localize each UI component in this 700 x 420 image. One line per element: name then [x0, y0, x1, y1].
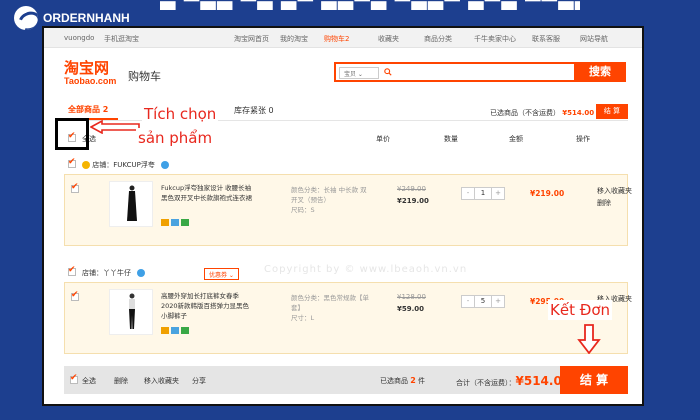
col-quantity: 数量 — [444, 135, 458, 143]
taobao-cart-screenshot: vuongdo 手机逛淘宝 淘宝网首页 我的淘宝 购物车2 收藏夹 商品分类 千… — [42, 26, 644, 406]
coupon-button[interactable]: 优惠券 ⌄ — [204, 268, 239, 280]
footer-total: 合计（不含运费）：¥514.00 — [456, 374, 571, 388]
product-thumbnail[interactable] — [109, 181, 153, 227]
move-to-favorites-link[interactable]: 移入收藏夹 — [597, 185, 641, 197]
item-actions: 移入收藏夹 删除 — [597, 185, 641, 209]
nav-site-nav[interactable]: 网站导航 — [580, 34, 608, 44]
shop-checkbox[interactable] — [68, 157, 76, 168]
cart-item: Fukcup浮夸独家设计 收腰长袖黑色双开叉中长款旗袍式连衣裙 颜色分类：长袖 … — [64, 174, 632, 246]
tab-all-items[interactable]: 全部商品 2 — [68, 104, 108, 115]
search-type-select[interactable]: 宝贝 ⌄ — [339, 67, 379, 79]
badge-icon — [161, 219, 169, 226]
settle-button-top[interactable]: 结 算 — [596, 104, 628, 119]
logo-icon — [14, 6, 38, 30]
nav-cart[interactable]: 购物车2 — [324, 34, 349, 44]
chat-icon[interactable] — [137, 269, 146, 277]
quantity-stepper[interactable]: -5 + — [461, 295, 505, 308]
tab-low-stock[interactable]: 库存紧张 0 — [234, 105, 274, 116]
leggings-image — [129, 293, 135, 329]
arrow-left-icon — [90, 120, 140, 134]
service-badges — [161, 327, 189, 334]
shop-badge-icon — [82, 161, 90, 169]
qty-minus-button[interactable]: - — [462, 188, 474, 199]
dress-image — [127, 185, 137, 221]
nav-categories[interactable]: 商品分类 — [424, 34, 452, 44]
annotation-checkout: Kết Đơn — [548, 300, 613, 320]
annotation-select-line1: Tích chọn — [142, 104, 219, 124]
qty-plus-button[interactable]: + — [492, 296, 504, 307]
col-amount: 金额 — [509, 135, 523, 143]
search-bar: 宝贝 ⌄ 搜索 — [334, 62, 626, 82]
shop-checkbox[interactable] — [68, 265, 76, 276]
product-title[interactable]: Fukcup浮夸独家设计 收腰长袖黑色双开叉中长款旗袍式连衣裙 — [161, 183, 255, 203]
annotation-select-line2: sản phẩm — [136, 128, 215, 148]
shop-name[interactable]: 丫丫牛仔 — [103, 269, 131, 277]
watermark: Copyright by © www.lbeaoh.vn.vn — [264, 264, 468, 275]
logo-en: Taobao.com — [64, 76, 117, 86]
footer-select-all[interactable]: 全选 — [82, 376, 96, 386]
delete-link[interactable]: 删除 — [597, 197, 641, 209]
col-actions: 操作 — [576, 135, 590, 143]
select-all-checkbox-bottom[interactable] — [70, 373, 78, 384]
shop-name[interactable]: FUKCUP浮夸 — [113, 161, 155, 169]
cart-footer-bar: 全选 删除 移入收藏夹 分享 已选商品 2 件 合计（不含运费）：¥514.00… — [64, 366, 628, 394]
col-price: 单价 — [376, 135, 390, 143]
badge-icon — [181, 219, 189, 226]
item-checkbox[interactable] — [71, 290, 79, 301]
item-subtotal: ¥219.00 — [530, 189, 565, 198]
highlight-box — [55, 118, 89, 150]
nav-service[interactable]: 联系客服 — [532, 34, 560, 44]
nav-username[interactable]: vuongdo — [64, 34, 94, 42]
footer-share[interactable]: 分享 — [192, 376, 206, 386]
badge-icon — [171, 327, 179, 334]
chat-icon[interactable] — [161, 161, 170, 169]
current-price: ¥59.00 — [397, 305, 425, 313]
qty-plus-button[interactable]: + — [492, 188, 504, 199]
original-price: ¥249.00 — [397, 185, 426, 193]
page-title: 购物车 — [128, 70, 161, 83]
current-price: ¥219.00 — [397, 197, 429, 205]
nav-mobile[interactable]: 手机逛淘宝 — [104, 34, 139, 44]
item-checkbox[interactable] — [71, 182, 79, 193]
nav-seller-center[interactable]: 千牛卖家中心 — [474, 34, 516, 44]
cart-item: 高腰外穿加长打底裤女春季2020新款韩版百搭弹力显黑色小脚裤子 颜色分类：黑色常… — [64, 282, 632, 354]
product-thumbnail[interactable] — [109, 289, 153, 335]
shop-row: 店铺：丫丫牛仔 — [82, 268, 146, 278]
selected-summary-top: 已选商品（不含运费） ¥514.00 — [490, 109, 595, 117]
badge-icon — [161, 327, 169, 334]
footer-move-to-favorites[interactable]: 移入收藏夹 — [144, 376, 179, 386]
badge-icon — [171, 219, 179, 226]
product-title[interactable]: 高腰外穿加长打底裤女春季2020新款韩版百搭弹力显黑色小脚裤子 — [161, 291, 255, 321]
nav-favorites[interactable]: 收藏夹 — [378, 34, 399, 44]
taobao-logo[interactable]: 淘宝网 Taobao.com — [64, 60, 116, 86]
logo-cn: 淘宝网 — [64, 59, 110, 77]
shop-row: 店铺：FUKCUP浮夸 — [82, 160, 170, 170]
logo-text: ORDERNHANH — [43, 11, 130, 25]
footer-delete[interactable]: 删除 — [114, 376, 128, 386]
qty-value[interactable]: 1 — [474, 188, 492, 199]
qty-minus-button[interactable]: - — [462, 296, 474, 307]
search-icon — [384, 68, 392, 76]
arrow-down-icon — [577, 324, 601, 354]
selected-count: 已选商品 2 件 — [380, 376, 426, 385]
quantity-stepper[interactable]: -1 + — [461, 187, 505, 200]
cropped-heading-fragment: ▄ ▀▄▄ ▀▄ ▄▀ ▄▄▀▄ ▀▄▄▀ ▄▀▄ ▀▀▄▄ ▄▀▀ — [160, 0, 580, 10]
search-button[interactable]: 搜索 — [574, 62, 626, 82]
top-navigation: vuongdo 手机逛淘宝 淘宝网首页 我的淘宝 购物车2 收藏夹 商品分类 千… — [44, 28, 642, 48]
nav-home[interactable]: 淘宝网首页 — [234, 34, 269, 44]
product-sku[interactable]: 颜色分类：长袖 中长款 双开叉（预告） 尺码：S — [291, 185, 373, 215]
checkout-button[interactable]: 结 算 — [560, 366, 628, 394]
original-price: ¥128.00 — [397, 293, 426, 301]
nav-my-taobao[interactable]: 我的淘宝 — [280, 34, 308, 44]
product-sku[interactable]: 颜色分类：黑色常规款【单套】 尺寸：L — [291, 293, 373, 323]
service-badges — [161, 219, 189, 226]
qty-value[interactable]: 5 — [474, 296, 492, 307]
badge-icon — [181, 327, 189, 334]
